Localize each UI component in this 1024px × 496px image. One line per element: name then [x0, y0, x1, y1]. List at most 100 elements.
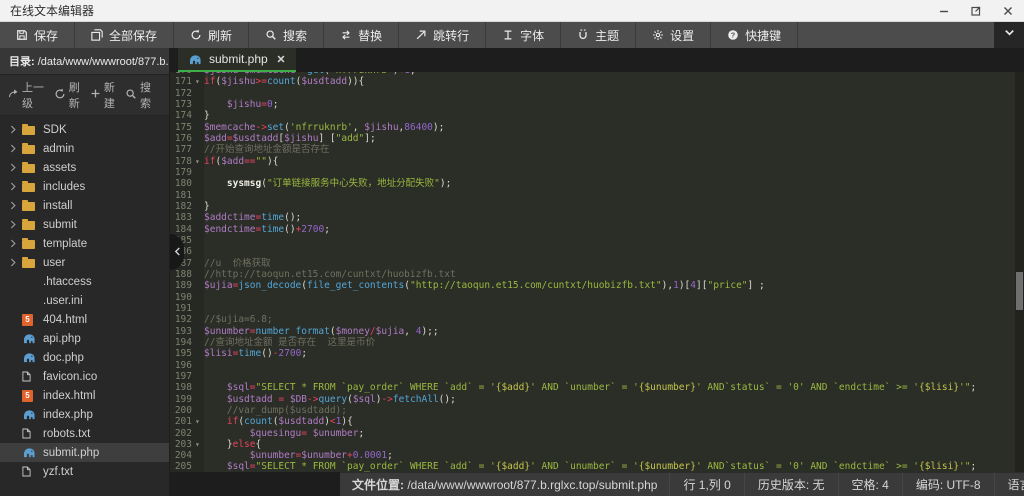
code-line-190[interactable]: 190 — [170, 292, 1024, 303]
toolbar-button-refresh[interactable]: 刷新 — [174, 22, 249, 48]
tab-submit-php[interactable]: submit.php — [178, 48, 296, 72]
toolbar-button-settings[interactable]: 设置 — [636, 22, 711, 48]
vertical-scrollbar[interactable] — [1015, 72, 1024, 472]
tree-item-user-ini[interactable]: .user.ini — [0, 291, 169, 310]
tree-item-index-html[interactable]: 5index.html — [0, 386, 169, 405]
code-line-188[interactable]: 188//http://taoqun.et15.com/cuntxt/huobi… — [170, 269, 1024, 280]
status-language[interactable]: 语言: PHP — [994, 473, 1024, 496]
status-cursor-position[interactable]: 行 1,列 0 — [669, 473, 743, 496]
code-line-184[interactable]: 184$endctime=time()+2700; — [170, 224, 1024, 235]
code-line-175[interactable]: 175$memcache->set('nfrruknrb', $jishu,86… — [170, 122, 1024, 133]
code-line-185[interactable]: 185 — [170, 235, 1024, 246]
tree-item-submit[interactable]: submit — [0, 215, 169, 234]
sidebar-tool-refresh[interactable]: 刷新 — [54, 79, 90, 111]
fold-marker-icon[interactable]: ▾ — [195, 76, 204, 87]
tree-item-robots-txt[interactable]: robots.txt — [0, 424, 169, 443]
code-line-183[interactable]: 183$addctime=time(); — [170, 212, 1024, 223]
code-line-181[interactable]: 181 — [170, 190, 1024, 201]
code-line-191[interactable]: 191 — [170, 303, 1024, 314]
code-line-172[interactable]: 172 — [170, 88, 1024, 99]
scrollbar-thumb[interactable] — [1016, 272, 1023, 310]
code-line-192[interactable]: 192//$ujia=6.8; — [170, 314, 1024, 325]
code-line-174[interactable]: 174} — [170, 110, 1024, 121]
code-line-196[interactable]: 196 — [170, 360, 1024, 371]
toolbar-button-label: 快捷键 — [745, 27, 781, 44]
tree-item-install[interactable]: install — [0, 196, 169, 215]
tree-item-user[interactable]: user — [0, 253, 169, 272]
tree-item-htaccess[interactable]: .htaccess — [0, 272, 169, 291]
file-location: 文件位置: /data/www/wwwroot/877.b.rglxc.top/… — [340, 476, 669, 493]
minimize-button[interactable] — [938, 5, 950, 17]
toolbar-button-theme[interactable]: 主题 — [561, 22, 636, 48]
tree-item-api-php[interactable]: api.php — [0, 329, 169, 348]
tree-item-SDK[interactable]: SDK — [0, 120, 169, 139]
tree-item-index-php[interactable]: index.php — [0, 405, 169, 424]
tree-item-label: 404.html — [43, 314, 87, 326]
fold-marker-icon[interactable]: ▾ — [195, 439, 204, 450]
tree-item-yzf-txt[interactable]: yzf.txt — [0, 462, 169, 481]
code-line-200[interactable]: 200 //var_dump($usdtadd); — [170, 405, 1024, 416]
code-line-182[interactable]: 182} — [170, 201, 1024, 212]
code-line-189[interactable]: 189$ujia=json_decode(file_get_contents("… — [170, 280, 1024, 291]
code-line-177[interactable]: 177//开始查询地址金额是否存在 — [170, 144, 1024, 155]
toolbar-button-replace[interactable]: 替换 — [324, 22, 399, 48]
code-text: $usdtadd = $DB->query($sql)->fetchAll(); — [204, 394, 456, 405]
tree-item-template[interactable]: template — [0, 234, 169, 253]
code-line-186[interactable]: 186 — [170, 246, 1024, 257]
chevron-right-icon — [10, 163, 22, 172]
tree-item-submit-php[interactable]: submit.php — [0, 443, 169, 462]
chevron-right-icon — [10, 201, 22, 210]
line-number: 182 — [170, 201, 195, 212]
code-line-202[interactable]: 202 $quesingu= $unumber; — [170, 428, 1024, 439]
toolbar-button-goto-line[interactable]: 跳转行 — [399, 22, 486, 48]
line-number: 188 — [170, 269, 195, 280]
code-text: $lisi=time()-2700; — [204, 348, 307, 359]
status-encoding[interactable]: 编码: UTF-8 — [902, 473, 994, 496]
close-button[interactable] — [1002, 5, 1014, 17]
toolbar-button-search[interactable]: 搜索 — [249, 22, 324, 48]
code-line-179[interactable]: 179 — [170, 167, 1024, 178]
toolbar-button-hotkeys[interactable]: ?快捷键 — [711, 22, 798, 48]
tree-item-favicon-ico[interactable]: favicon.ico — [0, 367, 169, 386]
code-line-193[interactable]: 193$unumber=number_format($money/$ujia, … — [170, 326, 1024, 337]
code-line-198[interactable]: 198 $sql="SELECT * FROM `pay_order` WHER… — [170, 382, 1024, 393]
code-line-201[interactable]: 201▾ if(count($usdtadd)<1){ — [170, 416, 1024, 427]
code-line-176[interactable]: 176$add=$usdtadd[$jishu] ["add"]; — [170, 133, 1024, 144]
code-line-173[interactable]: 173 $jishu=0; — [170, 99, 1024, 110]
code-line-203[interactable]: 203▾ }else{ — [170, 439, 1024, 450]
status-spaces-setting[interactable]: 空格: 4 — [838, 473, 902, 496]
toolbar-button-font[interactable]: 字体 — [486, 22, 561, 48]
up-icon — [8, 88, 19, 102]
code-text: $unumber=$unumber+0.0001; — [204, 450, 393, 461]
sidebar-tool-search[interactable]: 搜索 — [125, 79, 161, 111]
tree-item-assets[interactable]: assets — [0, 158, 169, 177]
sidebar-tool-label: 搜索 — [140, 79, 161, 111]
code-editor[interactable]: 170$jishu=$memcache->get('nfrruknrb')+1;… — [170, 72, 1024, 472]
sidebar-tool-up-level[interactable]: 上一级 — [8, 79, 54, 111]
sidebar-tool-new[interactable]: 新建 — [90, 79, 125, 111]
code-line-197[interactable]: 197 — [170, 371, 1024, 382]
tree-item-doc-php[interactable]: doc.php — [0, 348, 169, 367]
fold-marker-icon[interactable]: ▾ — [195, 156, 204, 167]
code-line-195[interactable]: 195$lisi=time()-2700; — [170, 348, 1024, 359]
maximize-button[interactable] — [970, 5, 982, 17]
code-line-204[interactable]: 204 $unumber=$unumber+0.0001; — [170, 450, 1024, 461]
toolbar-overflow-button[interactable] — [994, 22, 1024, 48]
tree-item-404-html[interactable]: 5404.html — [0, 310, 169, 329]
tree-item-admin[interactable]: admin — [0, 139, 169, 158]
tab-close-icon[interactable] — [276, 54, 286, 64]
fold-marker-icon[interactable]: ▾ — [195, 416, 204, 427]
code-line-194[interactable]: 194//查询地址金额 是否存在 这里是币价 — [170, 337, 1024, 348]
tree-item-includes[interactable]: includes — [0, 177, 169, 196]
folder-icon — [22, 238, 38, 249]
code-line-205[interactable]: 205 $sql="SELECT * FROM `pay_order` WHER… — [170, 461, 1024, 472]
code-line-178[interactable]: 178▾if($add==""){ — [170, 156, 1024, 167]
code-line-171[interactable]: 171▾if($jishu>=count($usdtadd)){ — [170, 76, 1024, 87]
toolbar-button-save[interactable]: 保存 — [0, 22, 75, 48]
status-history-version[interactable]: 历史版本: 无 — [744, 473, 838, 496]
toolbar-button-save-all[interactable]: 全部保存 — [75, 22, 174, 48]
code-line-187[interactable]: 187//u 价格获取 — [170, 258, 1024, 269]
sidebar-toolbar: 上一级刷新新建搜索 — [0, 75, 169, 116]
code-line-180[interactable]: 180 sysmsg("订单链接服务中心失败，地址分配失败"); — [170, 178, 1024, 189]
code-line-199[interactable]: 199 $usdtadd = $DB->query($sql)->fetchAl… — [170, 394, 1024, 405]
